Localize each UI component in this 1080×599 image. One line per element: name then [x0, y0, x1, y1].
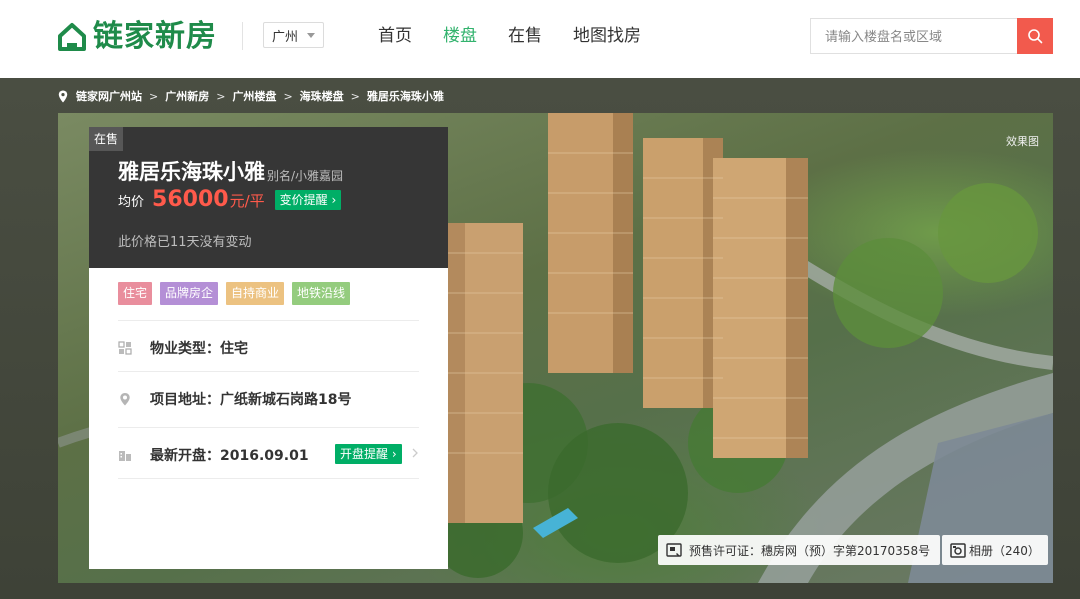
divider [118, 427, 419, 428]
breadcrumb-new-homes[interactable]: 广州新房 [165, 88, 209, 104]
opening-alert-button[interactable]: 开盘提醒 › [335, 444, 402, 464]
divider [118, 478, 419, 479]
project-info-card: 在售 雅居乐海珠小雅 别名/小雅嘉园 均价 56000 元/平 变价提醒 › 此… [89, 127, 448, 569]
nav-home[interactable]: 首页 [378, 25, 412, 47]
latest-opening-row: 最新开盘：2016.09.01 [118, 445, 309, 465]
breadcrumb-separator: > [350, 89, 360, 103]
presale-license-badge[interactable]: 预售许可证：穗房网（预）字第20170358号 [658, 535, 941, 565]
price-unit: 元/平 [229, 192, 265, 210]
divider [118, 371, 419, 372]
chevron-right-icon: › [391, 447, 397, 461]
search-input[interactable] [810, 18, 1018, 54]
main-nav: 首页 楼盘 在售 地图找房 [378, 25, 672, 47]
breadcrumb-separator: > [283, 89, 293, 103]
rendering-label: 效果图 [1006, 135, 1039, 148]
license-icon [666, 543, 682, 557]
sale-status-badge: 在售 [89, 127, 124, 151]
city-select[interactable]: 广州 [263, 22, 324, 48]
photo-album-label: 相册（240） [969, 543, 1040, 558]
photo-album-icon [950, 542, 966, 558]
breadcrumb-separator: > [149, 89, 159, 103]
property-type-row: 物业类型：住宅 [118, 338, 248, 358]
house-logo-icon [58, 23, 86, 51]
price-alert-button[interactable]: 变价提醒 › [274, 189, 342, 210]
project-summary: 在售 雅居乐海珠小雅 别名/小雅嘉园 均价 56000 元/平 变价提醒 › 此… [89, 127, 448, 268]
logo-text: 链家新房 [93, 19, 217, 54]
price-unchanged-note: 此价格已11天没有变动 [118, 235, 252, 250]
divider [118, 320, 419, 321]
breadcrumb-current: 雅居乐海珠小雅 [366, 90, 444, 103]
nav-projects[interactable]: 楼盘 [443, 25, 477, 47]
address-text: 项目地址：广纸新城石岗路18号 [150, 392, 352, 408]
site-header: 链家新房 广州 首页 楼盘 在售 地图找房 [0, 0, 1080, 78]
breadcrumb-separator: > [216, 89, 226, 103]
price-alert-label: 变价提醒 [279, 192, 328, 207]
building-grid-icon [118, 341, 132, 355]
location-pin-icon [58, 90, 68, 102]
tag-metro-line: 地铁沿线 [292, 282, 351, 305]
location-pin-icon [120, 393, 130, 406]
photo-album-button[interactable]: 相册（240） [942, 535, 1048, 565]
price-value: 56000 [152, 187, 229, 212]
project-tags: 住宅 品牌房企 自持商业 地铁沿线 [118, 282, 358, 305]
opening-alert-label: 开盘提醒 [340, 447, 389, 461]
city-select-value: 广州 [272, 29, 299, 45]
logo[interactable]: 链家新房 [57, 19, 217, 55]
latest-opening-text: 最新开盘：2016.09.01 [150, 448, 309, 464]
project-title: 雅居乐海珠小雅 [118, 160, 265, 184]
breadcrumb: 链家网广州站 > 广州新房 > 广州楼盘 > 海珠楼盘 > 雅居乐海珠小雅 [58, 88, 444, 104]
price-row: 均价 56000 元/平 变价提醒 › [118, 187, 342, 212]
nav-on-sale[interactable]: 在售 [508, 25, 542, 47]
caret-down-icon [307, 33, 315, 38]
tag-residential: 住宅 [118, 282, 153, 305]
chevron-right-icon: › [331, 192, 337, 207]
breadcrumb-district-projects[interactable]: 海珠楼盘 [300, 88, 344, 104]
expand-chevron-icon[interactable] [411, 448, 419, 458]
address-row: 项目地址：广纸新城石岗路18号 [118, 389, 351, 409]
project-alias: 别名/小雅嘉园 [267, 169, 344, 183]
header-divider [242, 22, 243, 50]
search-icon [1028, 29, 1043, 44]
property-type-text: 物业类型：住宅 [150, 341, 248, 357]
nav-map-search[interactable]: 地图找房 [573, 25, 641, 47]
building-icon [119, 451, 131, 461]
tag-self-held-commercial: 自持商业 [226, 282, 285, 305]
tag-brand-developer: 品牌房企 [160, 282, 219, 305]
search-button[interactable] [1017, 18, 1053, 54]
search-box [810, 18, 1053, 54]
presale-license-text: 预售许可证：穗房网（预）字第20170358号 [689, 543, 931, 558]
price-label: 均价 [118, 195, 145, 210]
breadcrumb-site[interactable]: 链家网广州站 [76, 88, 142, 104]
breadcrumb-city-projects[interactable]: 广州楼盘 [232, 88, 276, 104]
